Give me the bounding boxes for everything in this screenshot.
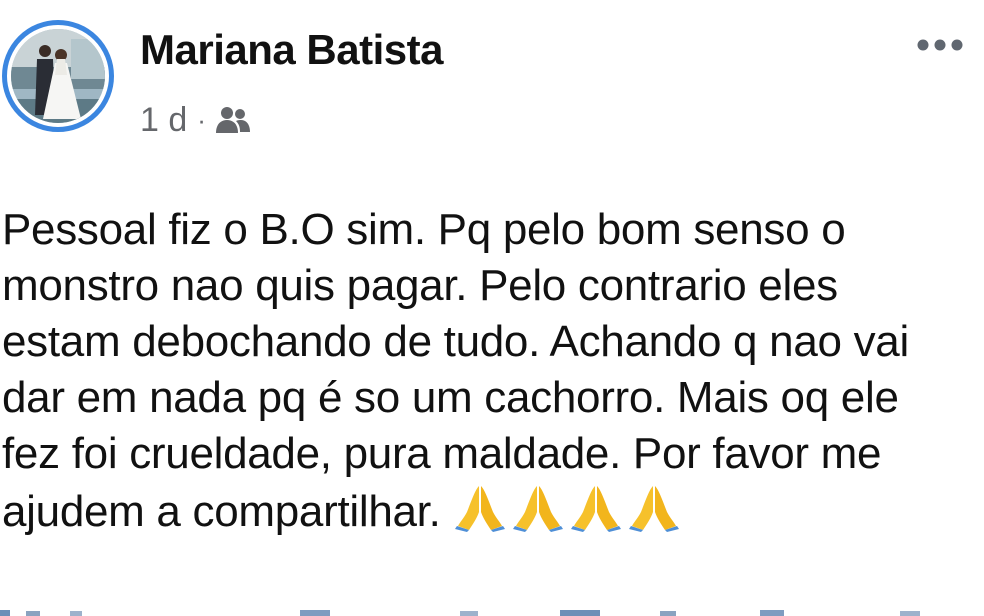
folded-hands-icon: [454, 486, 505, 532]
post-body: Pessoal fiz o B.O sim. Pq pelo bom senso…: [2, 202, 982, 546]
more-horizontal-icon: [917, 39, 963, 51]
folded-hands-icon: [570, 486, 621, 532]
post-timestamp[interactable]: 1 d: [140, 101, 187, 140]
folded-hands-icon: [628, 486, 679, 532]
emoji-run: [454, 482, 687, 546]
author-name[interactable]: Mariana Batista: [140, 26, 443, 74]
profile-avatar[interactable]: [2, 20, 114, 132]
avatar-photo: [11, 29, 105, 123]
more-options-button[interactable]: [912, 28, 968, 62]
facebook-post: Mariana Batista 1 d · Pessoal fiz o B.O …: [0, 0, 984, 616]
cut-off-content: [0, 610, 920, 616]
folded-hands-icon: [512, 486, 563, 532]
friends-icon[interactable]: [214, 105, 252, 135]
post-meta: 1 d ·: [140, 98, 252, 142]
meta-separator: ·: [197, 104, 206, 135]
